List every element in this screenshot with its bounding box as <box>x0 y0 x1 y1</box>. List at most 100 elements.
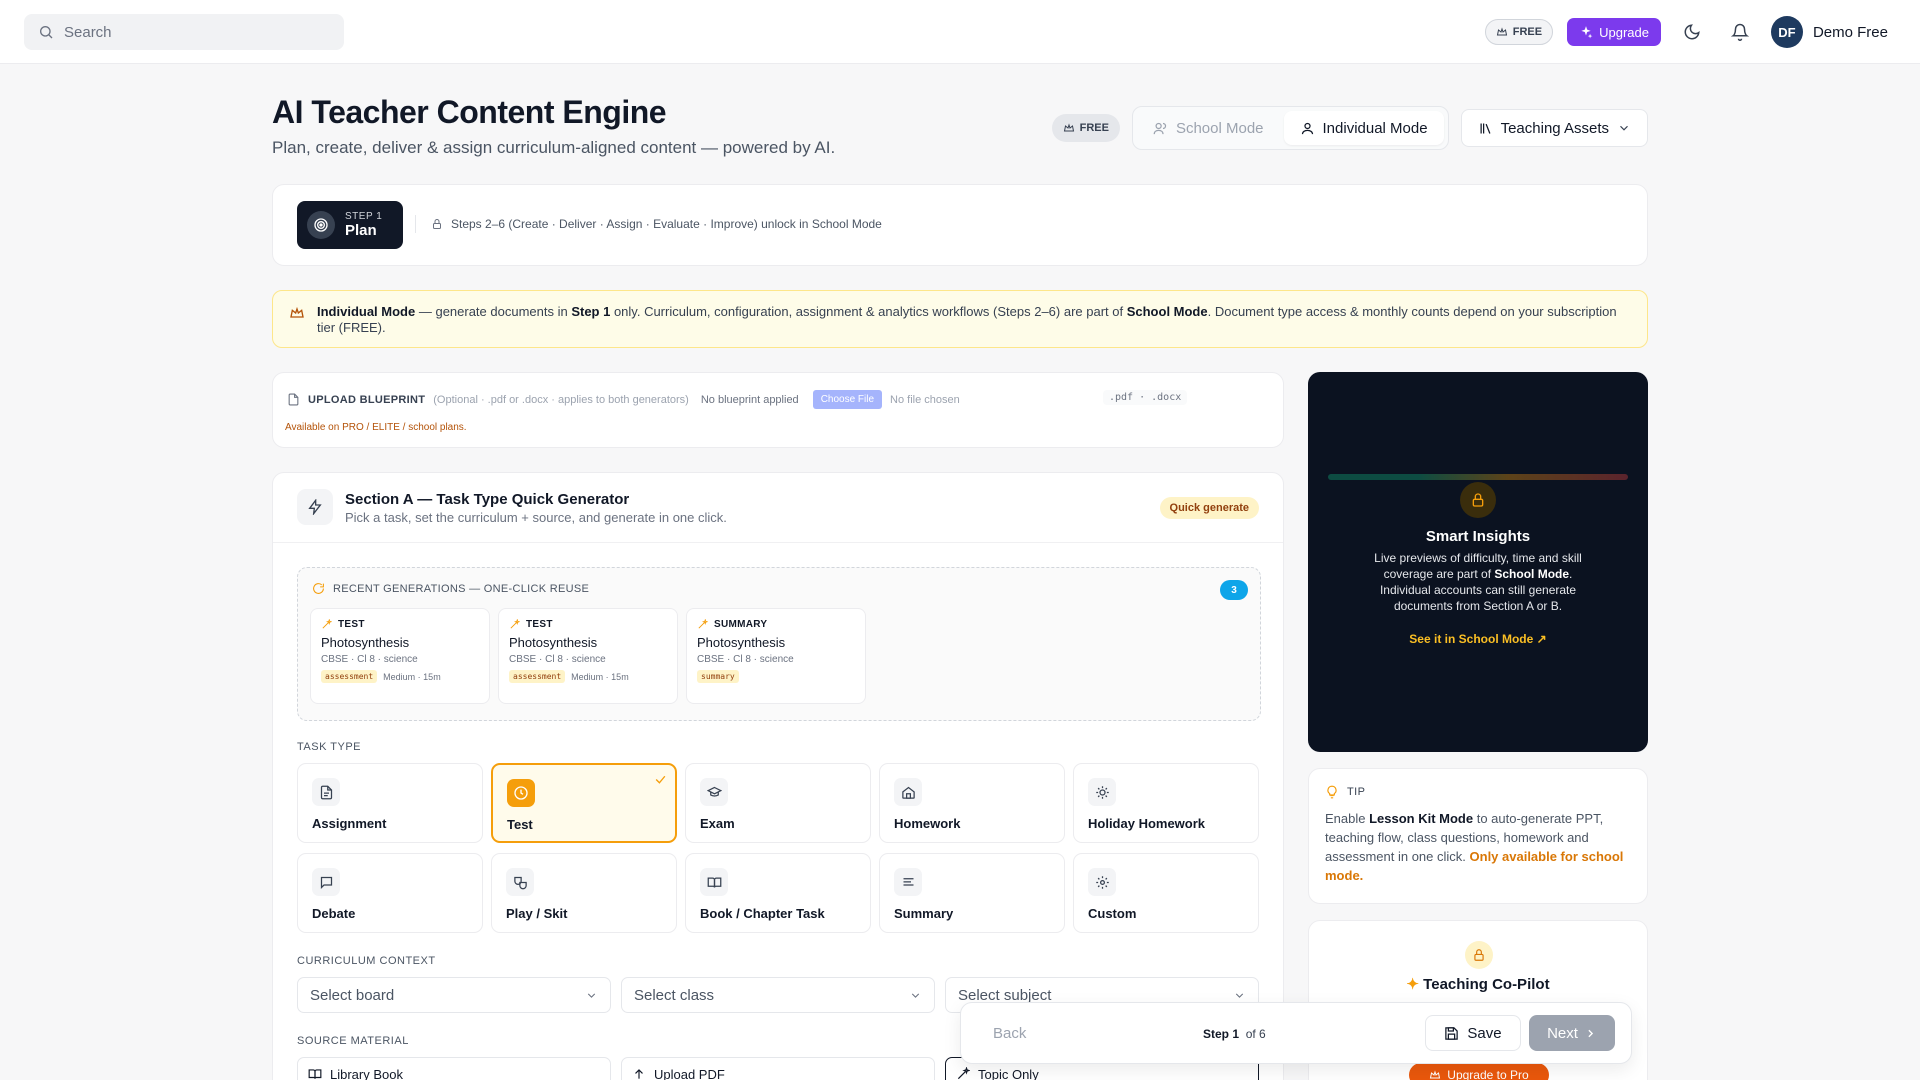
chevron-down-icon <box>1233 989 1246 1002</box>
notice-part2: only. Curriculum, configuration, assignm… <box>610 304 1127 319</box>
save-button[interactable]: Save <box>1425 1015 1521 1051</box>
clock-icon <box>507 779 535 807</box>
source-label: Upload PDF <box>654 1066 725 1080</box>
chevron-down-icon <box>585 989 598 1002</box>
class-select[interactable]: Select class <box>621 977 935 1013</box>
tip-card: TIP Enable Lesson Kit Mode to auto-gener… <box>1308 768 1648 904</box>
sun-icon <box>1088 778 1116 806</box>
recent-card[interactable]: SUMMARY Photosynthesis CBSE · Cl 8 · sci… <box>686 608 866 704</box>
school-mode-button[interactable]: School Mode <box>1137 111 1280 145</box>
tip-label: TIP <box>1347 786 1366 798</box>
book-icon <box>308 1067 322 1080</box>
recent-count-badge: 3 <box>1220 580 1248 600</box>
bell-icon <box>1730 23 1749 41</box>
insights-school-mode: School Mode <box>1494 567 1570 581</box>
locked-note-text: Steps 2–6 (Create · Deliver · Assign · E… <box>451 217 882 231</box>
recent-meta: CBSE · Cl 8 · science <box>321 654 418 665</box>
crown-icon <box>289 305 305 321</box>
see-in-school-mode-link[interactable]: See it in School Mode ↗ <box>1308 632 1648 646</box>
search-input[interactable]: Search <box>24 14 344 50</box>
task-tile-exam[interactable]: Exam <box>685 763 871 843</box>
task-tile-label: Debate <box>312 906 356 921</box>
task-tile-homework[interactable]: Homework <box>879 763 1065 843</box>
source-library-book[interactable]: Library Book <box>297 1057 611 1080</box>
notifications-button[interactable] <box>1723 15 1757 49</box>
upgrade-label: Upgrade <box>1599 24 1649 40</box>
no-file-text: No file chosen <box>890 393 960 406</box>
smart-insights-title: Smart Insights <box>1425 528 1531 545</box>
task-tile-book-chapter[interactable]: Book / Chapter Task <box>685 853 871 933</box>
wand-icon: ✦ <box>1406 976 1424 993</box>
task-tile-label: Test <box>507 817 533 832</box>
upgrade-button[interactable]: Upgrade <box>1567 18 1661 46</box>
plan-badge-label: FREE <box>1512 26 1543 38</box>
recent-card[interactable]: TEST Photosynthesis CBSE · Cl 8 · scienc… <box>310 608 490 704</box>
section-a-panel: Section A — Task Type Quick Generator Pi… <box>272 472 1284 1080</box>
page-subtitle: Plan, create, deliver & assign curriculu… <box>272 138 836 157</box>
recent-name: Photosynthesis <box>697 635 786 650</box>
source-upload-pdf[interactable]: Upload PDF <box>621 1057 935 1080</box>
task-tile-test[interactable]: Test <box>491 763 677 843</box>
difficulty-bar-ghost <box>1328 474 1628 480</box>
upgrade-to-pro-button[interactable]: Upgrade to Pro <box>1409 1063 1549 1080</box>
step-1-chip[interactable]: STEP 1 Plan <box>297 201 403 249</box>
wand-icon <box>509 619 520 630</box>
wand-icon <box>321 619 332 630</box>
individual-mode-button[interactable]: Individual Mode <box>1283 111 1444 145</box>
blueprint-status: No blueprint applied <box>700 393 799 406</box>
recent-meta: CBSE · Cl 8 · science <box>509 654 606 665</box>
upgrade-to-pro-label: Upgrade to Pro <box>1447 1068 1529 1080</box>
task-tile-custom[interactable]: Custom <box>1073 853 1259 933</box>
document-icon <box>312 778 340 806</box>
teaching-assets-dropdown[interactable]: Teaching Assets <box>1460 109 1648 147</box>
choose-file-button[interactable]: Choose File <box>812 390 883 409</box>
individual-mode-label: Individual Mode <box>1322 119 1428 137</box>
source-material-label: SOURCE MATERIAL <box>297 1035 409 1047</box>
task-tile-label: Summary <box>894 906 954 921</box>
avatar[interactable]: DF <box>1770 16 1803 48</box>
task-tile-debate[interactable]: Debate <box>297 853 483 933</box>
section-a-subtitle: Pick a task, set the curriculum + source… <box>345 510 727 525</box>
theme-toggle-button[interactable] <box>1675 15 1709 49</box>
curriculum-label: CURRICULUM CONTEXT <box>297 955 436 967</box>
task-tile-assignment[interactable]: Assignment <box>297 763 483 843</box>
top-bar: Search FREE Upgrade DF Demo Free <box>0 0 1920 64</box>
task-tile-play-skit[interactable]: Play / Skit <box>491 853 677 933</box>
users-icon <box>1153 121 1168 136</box>
recent-meta: CBSE · Cl 8 · science <box>697 654 794 665</box>
notice-step: Step 1 <box>571 304 611 319</box>
theater-masks-icon <box>506 868 534 896</box>
speech-bubble-icon <box>312 868 340 896</box>
task-tile-label: Play / Skit <box>506 906 568 921</box>
save-label: Save <box>1467 1024 1502 1042</box>
save-icon <box>1444 1026 1459 1041</box>
plan-badge-header: FREE <box>1051 114 1120 142</box>
graduation-cap-icon <box>700 778 728 806</box>
teaching-assets-label: Teaching Assets <box>1500 119 1609 137</box>
task-tile-label: Holiday Homework <box>1088 816 1206 831</box>
next-button[interactable]: Next <box>1529 1015 1615 1051</box>
task-tile-label: Exam <box>700 816 735 831</box>
task-tile-label: Homework <box>894 816 961 831</box>
crown-icon <box>1063 122 1075 134</box>
wand-icon <box>956 1067 970 1080</box>
back-button[interactable]: Back <box>993 1025 1026 1042</box>
recent-label: RECENT GENERATIONS — ONE-CLICK REUSE <box>333 582 590 595</box>
step-indicator: Step 1 of 6 <box>1203 1027 1266 1041</box>
user-name[interactable]: Demo Free <box>1813 24 1888 41</box>
notice-part1: — generate documents in <box>415 304 572 319</box>
task-type-label: TASK TYPE <box>297 741 362 753</box>
smart-insights-card: Smart Insights Live previews of difficul… <box>1308 372 1648 752</box>
board-select[interactable]: Select board <box>297 977 611 1013</box>
lock-icon <box>431 218 443 230</box>
step-name: Plan <box>345 222 377 239</box>
recent-card[interactable]: TEST Photosynthesis CBSE · Cl 8 · scienc… <box>498 608 678 704</box>
task-tile-label: Assignment <box>312 816 387 831</box>
upload-icon <box>632 1067 646 1080</box>
mode-switch: School Mode Individual Mode <box>1131 106 1449 150</box>
task-tile-summary[interactable]: Summary <box>879 853 1065 933</box>
task-tile-holiday-homework[interactable]: Holiday Homework <box>1073 763 1259 843</box>
step-navigation-bar: Back Step 1 of 6 Save Next <box>960 1002 1632 1064</box>
individual-mode-notice: Individual Mode — generate documents in … <box>272 290 1648 348</box>
source-label: Library Book <box>330 1066 403 1080</box>
